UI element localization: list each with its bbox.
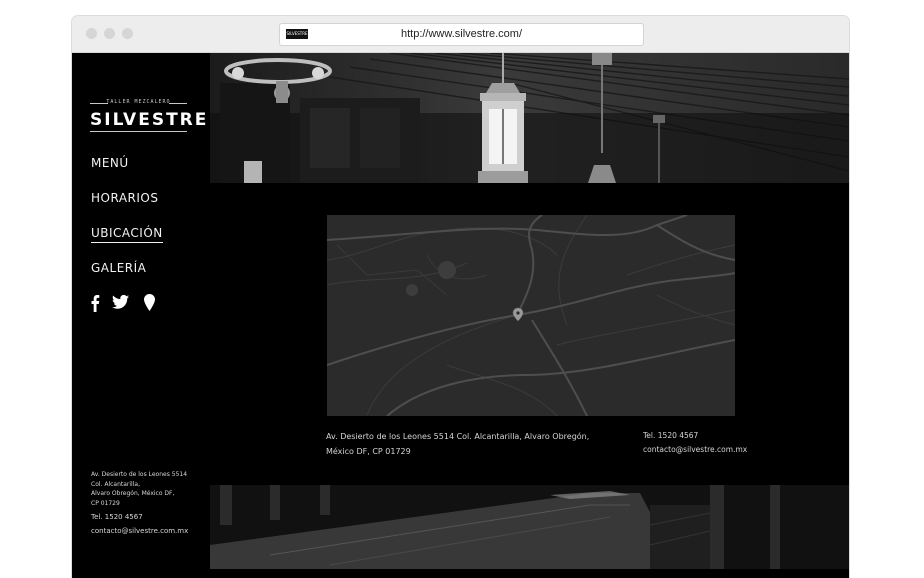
- address-line-2: México DF, CP 01729: [326, 447, 411, 456]
- nav-item-ubicacion[interactable]: UBICACIÓN: [91, 226, 163, 243]
- contact-email[interactable]: contacto@silvestre.com.mx: [643, 443, 753, 457]
- window-close-button[interactable]: [86, 28, 97, 39]
- logo-tagline: TALLER MEZCALERO: [106, 99, 171, 105]
- sidebar-phone[interactable]: Tel. 1520 4567: [91, 513, 206, 521]
- contact-phone[interactable]: Tel. 1520 4567: [643, 429, 753, 443]
- url-text[interactable]: http://www.silvestre.com/: [280, 24, 643, 45]
- location-contact: Tel. 1520 4567 contacto@silvestre.com.mx: [643, 429, 753, 457]
- address-line-1: Av. Desierto de los Leones 5514 Col. Alc…: [326, 432, 590, 441]
- sidebar: TALLER MEZCALERO SILVESTRE MENÚ HORARIOS…: [72, 53, 210, 578]
- web-page: TALLER MEZCALERO SILVESTRE MENÚ HORARIOS…: [72, 53, 849, 578]
- window-minimize-button[interactable]: [104, 28, 115, 39]
- logo-underline: [90, 131, 187, 132]
- twitter-icon[interactable]: [112, 294, 129, 312]
- sidebar-email[interactable]: contacto@silvestre.com.mx: [91, 527, 206, 535]
- window-maximize-button[interactable]: [122, 28, 133, 39]
- browser-toolbar: SILVESTRE http://www.silvestre.com/: [72, 16, 849, 53]
- map-pin-icon[interactable]: [144, 294, 160, 312]
- nav-item-menu[interactable]: MENÚ: [91, 156, 129, 170]
- location-address: Av. Desierto de los Leones 5514 Col. Alc…: [326, 429, 626, 459]
- logo-name: SILVESTRE: [90, 110, 209, 130]
- sidebar-contact: Av. Desierto de los Leones 5514 Col. Alc…: [91, 470, 206, 535]
- facebook-icon[interactable]: [90, 294, 106, 312]
- ceiling-lanterns-photo: [210, 53, 849, 183]
- nav-item-galeria[interactable]: GALERÍA: [91, 261, 146, 275]
- nav-item-horarios[interactable]: HORARIOS: [91, 191, 158, 205]
- wooden-bar-photo: [210, 485, 849, 569]
- sidebar-address: Av. Desierto de los Leones 5514 Col. Alc…: [91, 471, 188, 507]
- location-map[interactable]: [327, 215, 735, 416]
- address-bar[interactable]: SILVESTRE http://www.silvestre.com/: [279, 23, 644, 46]
